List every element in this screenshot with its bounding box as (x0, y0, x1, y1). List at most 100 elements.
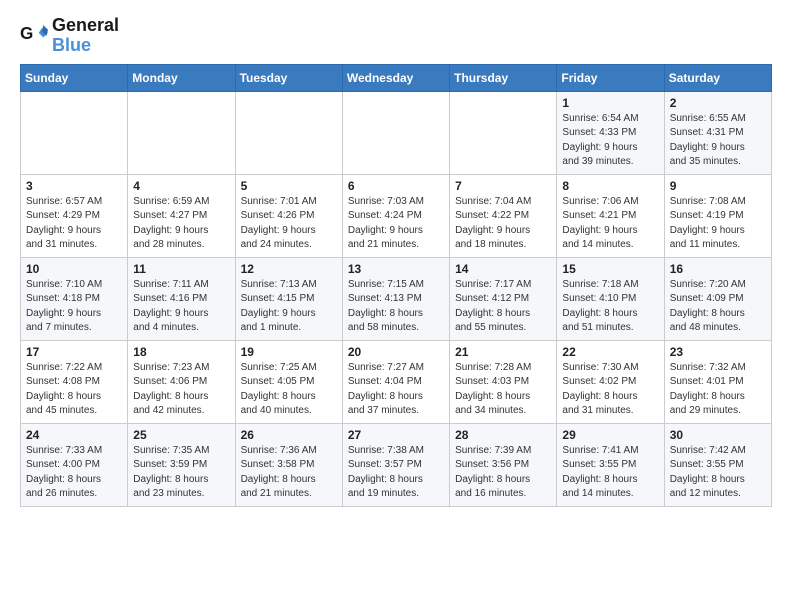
header-saturday: Saturday (664, 64, 771, 91)
header-monday: Monday (128, 64, 235, 91)
day-cell: 1 Sunrise: 6:54 AM Sunset: 4:33 PM Daylig… (557, 91, 664, 174)
day-info: Sunrise: 7:11 AM Sunset: 4:16 PM Dayligh… (133, 278, 229, 336)
day-cell: 17 Sunrise: 7:22 AM Sunset: 4:08 PM Dayli… (21, 340, 128, 423)
day-info: Sunrise: 7:06 AM Sunset: 4:21 PM Dayligh… (562, 195, 658, 253)
calendar-table: SundayMondayTuesdayWednesdayThursdayFrid… (20, 64, 772, 507)
day-info: Sunrise: 7:32 AM Sunset: 4:01 PM Dayligh… (670, 361, 766, 419)
day-number: 3 (26, 179, 122, 193)
day-info: Sunrise: 7:10 AM Sunset: 4:18 PM Dayligh… (26, 278, 122, 336)
day-number: 27 (348, 428, 444, 442)
day-cell (21, 91, 128, 174)
day-cell: 30Sunrise: 7:42 AM Sunset: 3:55 PM Dayli… (664, 423, 771, 506)
day-cell: 6 Sunrise: 7:03 AM Sunset: 4:24 PM Daylig… (342, 174, 449, 257)
day-number: 11 (133, 262, 229, 276)
week-row-3: 10 Sunrise: 7:10 AM Sunset: 4:18 PM Dayli… (21, 257, 772, 340)
day-info: Sunrise: 7:18 AM Sunset: 4:10 PM Dayligh… (562, 278, 658, 336)
day-number: 17 (26, 345, 122, 359)
day-info: Sunrise: 7:41 AM Sunset: 3:55 PM Dayligh… (562, 444, 658, 502)
day-info: Sunrise: 6:55 AM Sunset: 4:31 PM Dayligh… (670, 112, 766, 170)
day-number: 23 (670, 345, 766, 359)
day-number: 5 (241, 179, 337, 193)
day-cell: 12 Sunrise: 7:13 AM Sunset: 4:15 PM Dayli… (235, 257, 342, 340)
day-number: 28 (455, 428, 551, 442)
day-number: 2 (670, 96, 766, 110)
day-number: 12 (241, 262, 337, 276)
day-cell: 11 Sunrise: 7:11 AM Sunset: 4:16 PM Dayli… (128, 257, 235, 340)
day-info: Sunrise: 7:25 AM Sunset: 4:05 PM Dayligh… (241, 361, 337, 419)
day-cell: 15 Sunrise: 7:18 AM Sunset: 4:10 PM Dayli… (557, 257, 664, 340)
day-info: Sunrise: 7:08 AM Sunset: 4:19 PM Dayligh… (670, 195, 766, 253)
week-row-1: 1 Sunrise: 6:54 AM Sunset: 4:33 PM Daylig… (21, 91, 772, 174)
day-cell: 20Sunrise: 7:27 AM Sunset: 4:04 PM Dayli… (342, 340, 449, 423)
logo-line1: General (52, 16, 119, 36)
day-number: 29 (562, 428, 658, 442)
svg-text:G: G (20, 24, 33, 43)
day-cell: 27 Sunrise: 7:38 AM Sunset: 3:57 PM Dayli… (342, 423, 449, 506)
week-row-2: 3 Sunrise: 6:57 AM Sunset: 4:29 PM Daylig… (21, 174, 772, 257)
day-info: Sunrise: 7:27 AM Sunset: 4:04 PM Dayligh… (348, 361, 444, 419)
day-cell: 14Sunrise: 7:17 AM Sunset: 4:12 PM Dayli… (450, 257, 557, 340)
day-number: 1 (562, 96, 658, 110)
day-info: Sunrise: 7:15 AM Sunset: 4:13 PM Dayligh… (348, 278, 444, 336)
day-number: 14 (455, 262, 551, 276)
day-number: 6 (348, 179, 444, 193)
day-cell: 3 Sunrise: 6:57 AM Sunset: 4:29 PM Daylig… (21, 174, 128, 257)
day-number: 30 (670, 428, 766, 442)
day-cell: 10 Sunrise: 7:10 AM Sunset: 4:18 PM Dayli… (21, 257, 128, 340)
day-cell: 2 Sunrise: 6:55 AM Sunset: 4:31 PM Daylig… (664, 91, 771, 174)
day-cell: 5 Sunrise: 7:01 AM Sunset: 4:26 PM Daylig… (235, 174, 342, 257)
day-cell (235, 91, 342, 174)
day-number: 4 (133, 179, 229, 193)
day-cell: 26 Sunrise: 7:36 AM Sunset: 3:58 PM Dayli… (235, 423, 342, 506)
day-info: Sunrise: 6:54 AM Sunset: 4:33 PM Dayligh… (562, 112, 658, 170)
day-info: Sunrise: 7:39 AM Sunset: 3:56 PM Dayligh… (455, 444, 551, 502)
day-cell: 21 Sunrise: 7:28 AM Sunset: 4:03 PM Dayli… (450, 340, 557, 423)
page-header: G General Blue (20, 16, 772, 56)
header-thursday: Thursday (450, 64, 557, 91)
day-cell (342, 91, 449, 174)
day-cell: 25Sunrise: 7:35 AM Sunset: 3:59 PM Dayli… (128, 423, 235, 506)
day-info: Sunrise: 7:33 AM Sunset: 4:00 PM Dayligh… (26, 444, 122, 502)
day-cell: 28 Sunrise: 7:39 AM Sunset: 3:56 PM Dayli… (450, 423, 557, 506)
day-number: 25 (133, 428, 229, 442)
day-number: 10 (26, 262, 122, 276)
day-cell: 18 Sunrise: 7:23 AM Sunset: 4:06 PM Dayli… (128, 340, 235, 423)
logo-line2: Blue (52, 36, 119, 56)
day-number: 7 (455, 179, 551, 193)
day-info: Sunrise: 7:23 AM Sunset: 4:06 PM Dayligh… (133, 361, 229, 419)
day-info: Sunrise: 7:03 AM Sunset: 4:24 PM Dayligh… (348, 195, 444, 253)
day-number: 21 (455, 345, 551, 359)
day-number: 19 (241, 345, 337, 359)
header-sunday: Sunday (21, 64, 128, 91)
day-number: 15 (562, 262, 658, 276)
day-cell: 16Sunrise: 7:20 AM Sunset: 4:09 PM Dayli… (664, 257, 771, 340)
day-info: Sunrise: 6:57 AM Sunset: 4:29 PM Dayligh… (26, 195, 122, 253)
day-cell: 13 Sunrise: 7:15 AM Sunset: 4:13 PM Dayli… (342, 257, 449, 340)
day-cell: 23 Sunrise: 7:32 AM Sunset: 4:01 PM Dayli… (664, 340, 771, 423)
day-info: Sunrise: 7:04 AM Sunset: 4:22 PM Dayligh… (455, 195, 551, 253)
week-row-4: 17 Sunrise: 7:22 AM Sunset: 4:08 PM Dayli… (21, 340, 772, 423)
day-cell: 9Sunrise: 7:08 AM Sunset: 4:19 PM Daylig… (664, 174, 771, 257)
day-cell: 19 Sunrise: 7:25 AM Sunset: 4:05 PM Dayli… (235, 340, 342, 423)
day-info: Sunrise: 7:36 AM Sunset: 3:58 PM Dayligh… (241, 444, 337, 502)
day-info: Sunrise: 7:28 AM Sunset: 4:03 PM Dayligh… (455, 361, 551, 419)
day-cell: 7 Sunrise: 7:04 AM Sunset: 4:22 PM Daylig… (450, 174, 557, 257)
day-number: 16 (670, 262, 766, 276)
day-number: 18 (133, 345, 229, 359)
header-wednesday: Wednesday (342, 64, 449, 91)
week-row-5: 24Sunrise: 7:33 AM Sunset: 4:00 PM Dayli… (21, 423, 772, 506)
day-number: 13 (348, 262, 444, 276)
day-info: Sunrise: 7:13 AM Sunset: 4:15 PM Dayligh… (241, 278, 337, 336)
day-cell: 4Sunrise: 6:59 AM Sunset: 4:27 PM Daylig… (128, 174, 235, 257)
day-info: Sunrise: 7:22 AM Sunset: 4:08 PM Dayligh… (26, 361, 122, 419)
day-cell: 24Sunrise: 7:33 AM Sunset: 4:00 PM Dayli… (21, 423, 128, 506)
day-number: 8 (562, 179, 658, 193)
day-info: Sunrise: 7:01 AM Sunset: 4:26 PM Dayligh… (241, 195, 337, 253)
header-friday: Friday (557, 64, 664, 91)
day-cell: 22Sunrise: 7:30 AM Sunset: 4:02 PM Dayli… (557, 340, 664, 423)
day-info: Sunrise: 7:30 AM Sunset: 4:02 PM Dayligh… (562, 361, 658, 419)
logo-icon: G (20, 22, 48, 50)
calendar-header-row: SundayMondayTuesdayWednesdayThursdayFrid… (21, 64, 772, 91)
day-info: Sunrise: 7:38 AM Sunset: 3:57 PM Dayligh… (348, 444, 444, 502)
day-number: 26 (241, 428, 337, 442)
